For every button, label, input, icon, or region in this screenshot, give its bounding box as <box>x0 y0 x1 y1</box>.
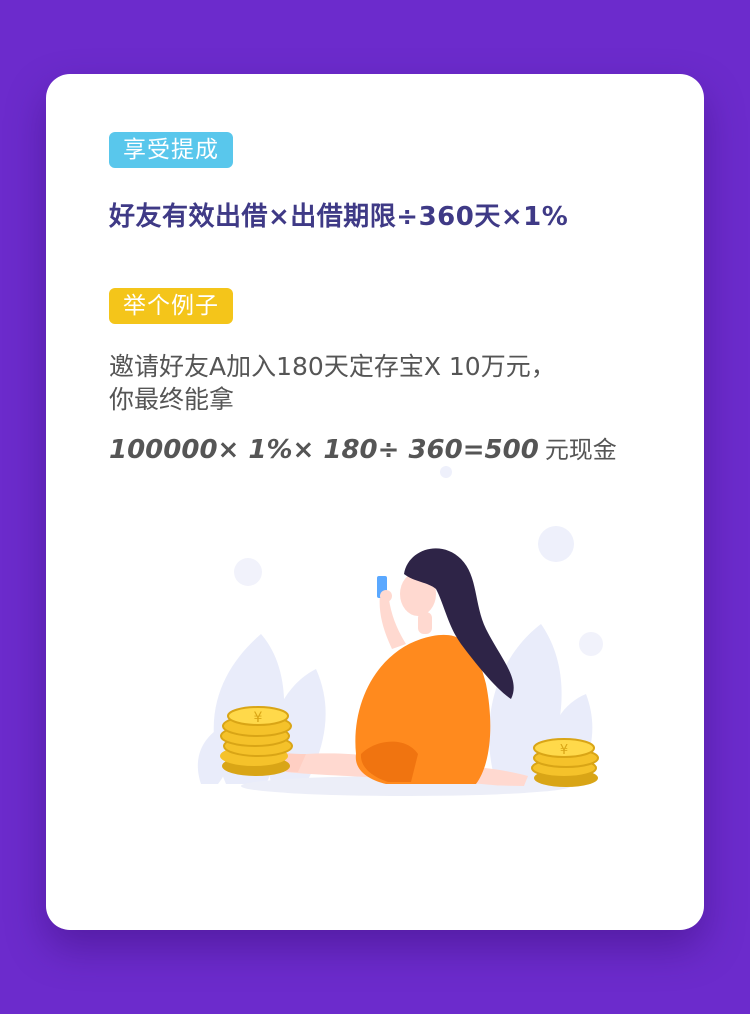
example-description: 邀请好友A加入180天定存宝X 10万元， 你最终能拿 <box>109 350 649 416</box>
example-tag: 举个例子 <box>109 288 233 324</box>
commission-formula: 好友有效出借×出借期限÷360天×1% <box>109 202 569 232</box>
content-card: 享受提成 好友有效出借×出借期限÷360天×1% 举个例子 邀请好友A加入180… <box>46 74 704 930</box>
bubble-decoration <box>538 526 574 562</box>
example-line-1: 邀请好友A加入180天定存宝X 10万元， <box>109 352 556 381</box>
hand <box>380 590 392 602</box>
yuan-coin-icon: ¥ <box>254 710 263 726</box>
coin-stack-right: ¥ <box>531 738 599 787</box>
bubble-decoration <box>579 632 603 656</box>
bubble-decoration <box>440 466 452 478</box>
coin-stack-left: ¥ <box>220 706 293 776</box>
woman-with-coins-illustration: ¥ ¥ <box>197 466 603 796</box>
commission-tag: 享受提成 <box>109 132 233 168</box>
example-line-2: 你最终能拿 <box>109 385 235 414</box>
bubble-decoration <box>234 558 262 586</box>
yuan-coin-icon: ¥ <box>560 743 568 758</box>
